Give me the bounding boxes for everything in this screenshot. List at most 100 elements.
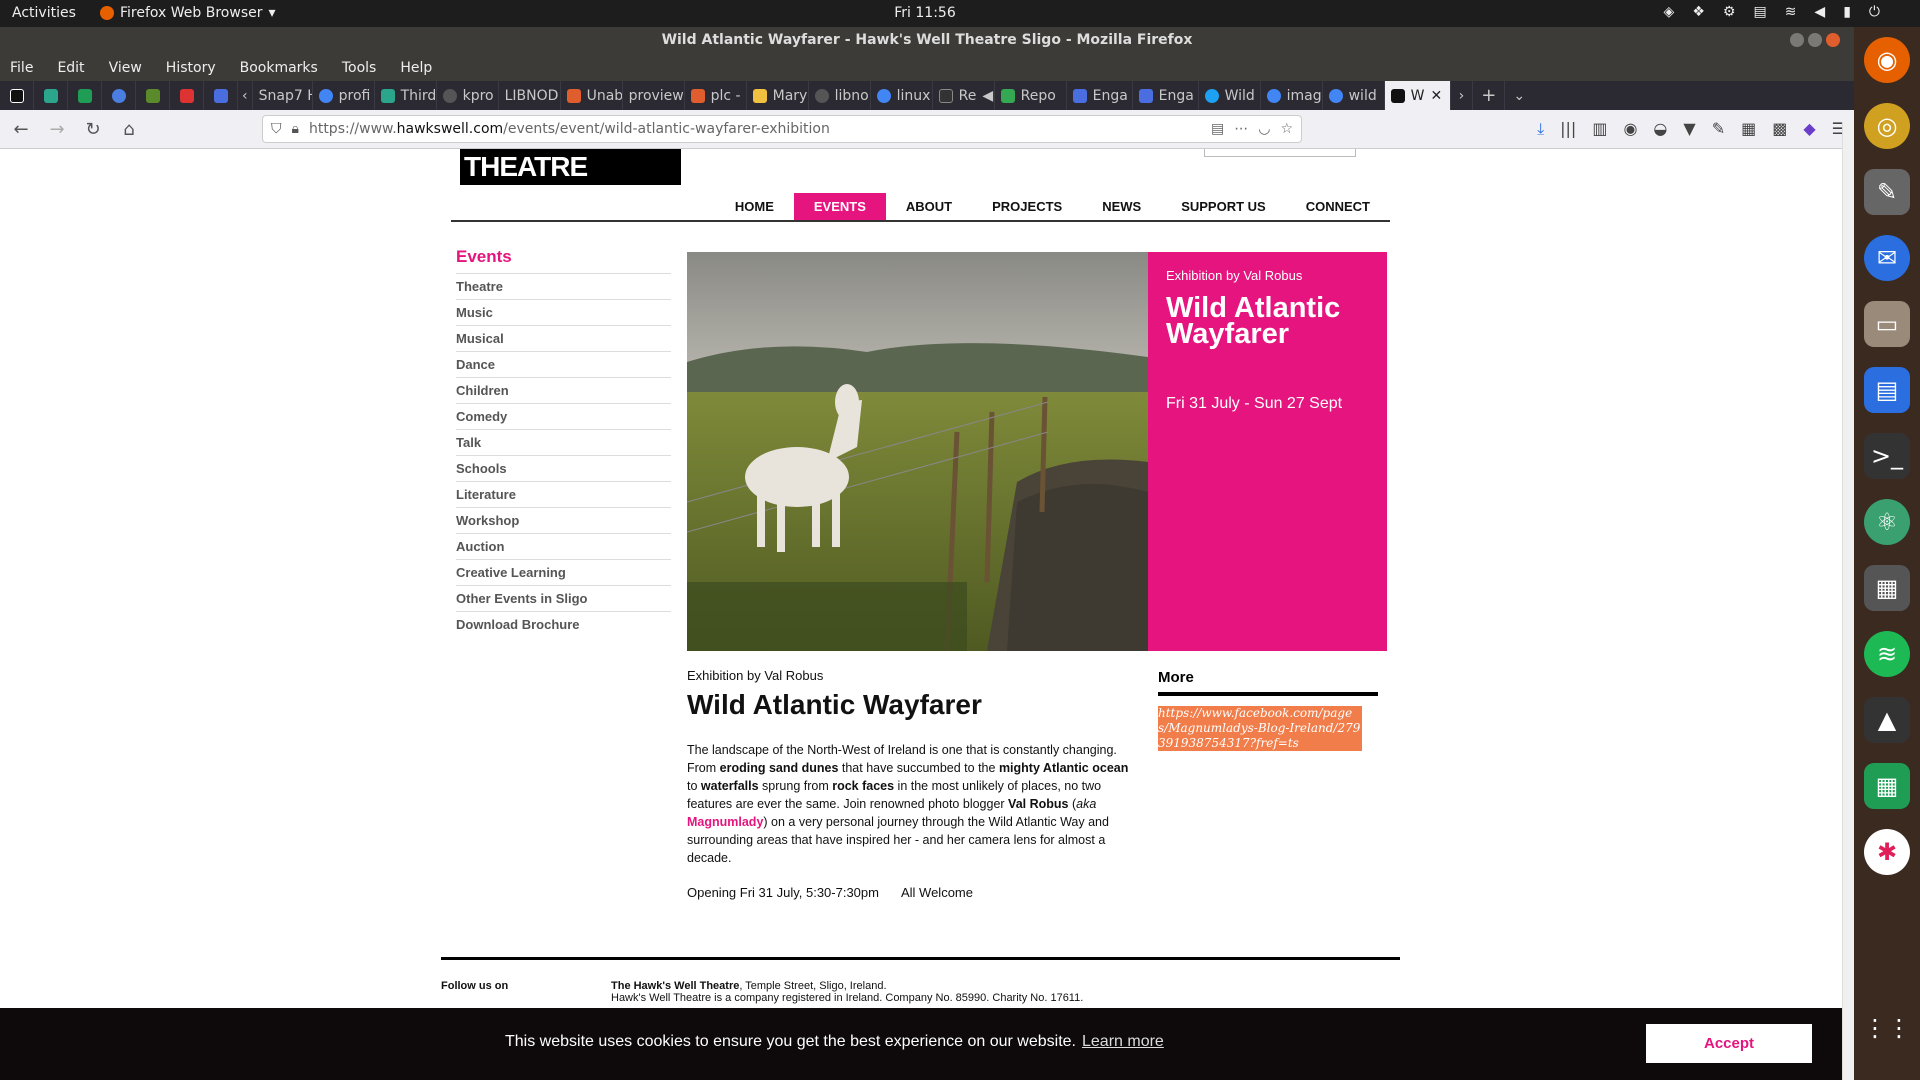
sidebar-item-theatre[interactable]: Theatre <box>456 273 671 299</box>
nav-events[interactable]: EVENTS <box>793 193 886 220</box>
tab-0[interactable]: Snap7 H <box>253 81 313 110</box>
maximize-button[interactable] <box>1808 33 1822 47</box>
facebook-link[interactable]: https://www.facebook.com/pages/Magnumlad… <box>1158 706 1362 751</box>
tab-5[interactable]: Unab <box>561 81 623 110</box>
spotify-icon[interactable]: ≋ <box>1864 631 1910 677</box>
learn-more-link[interactable]: Learn more <box>1082 1033 1164 1050</box>
reader-view-icon[interactable]: ▤ <box>1211 121 1224 137</box>
sidebar-item-workshop[interactable]: Workshop <box>456 507 671 533</box>
calc-icon[interactable]: ▦ <box>1864 763 1910 809</box>
tab-13[interactable]: Enga <box>1067 81 1133 110</box>
extension2-icon[interactable]: ▦ <box>1741 119 1756 139</box>
sidebar-item-dance[interactable]: Dance <box>456 351 671 377</box>
nav-connect[interactable]: CONNECT <box>1286 193 1390 220</box>
sidebar-item-auction[interactable]: Auction <box>456 533 671 559</box>
tab-15[interactable]: Wild <box>1199 81 1261 110</box>
menu-history[interactable]: History <box>166 60 216 76</box>
menu-help[interactable]: Help <box>400 60 432 76</box>
slack-icon[interactable]: ✱ <box>1864 829 1910 875</box>
menu-edit[interactable]: Edit <box>57 60 84 76</box>
tab-1[interactable]: profi <box>313 81 375 110</box>
extension3-icon[interactable]: ▩ <box>1772 119 1787 139</box>
pinned-tab-amazon[interactable] <box>0 81 34 110</box>
tab-17[interactable]: wild <box>1323 81 1385 110</box>
tab-scroll-right[interactable]: › <box>1451 81 1474 110</box>
tracking-shield-icon[interactable]: ⛉ <box>271 121 282 137</box>
clock[interactable]: Fri 11:56 <box>0 5 1850 21</box>
reload-button[interactable]: ↻ <box>80 116 106 142</box>
page-scrollbar[interactable] <box>1842 122 1854 1080</box>
tab-8[interactable]: Mary <box>747 81 809 110</box>
pinned-tab-2[interactable] <box>68 81 102 110</box>
tab-9[interactable]: libno <box>809 81 871 110</box>
minimize-button[interactable] <box>1790 33 1804 47</box>
firefox-icon[interactable]: ◉ <box>1864 37 1910 83</box>
gimp-icon[interactable]: ✎ <box>1864 169 1910 215</box>
sidebar-item-children[interactable]: Children <box>456 377 671 403</box>
inkscape-icon[interactable]: ▲ <box>1864 697 1910 743</box>
tab-6[interactable]: proview <box>623 81 685 110</box>
eyedropper-icon[interactable]: ✎ <box>1712 119 1725 139</box>
writer-icon[interactable]: ▤ <box>1864 367 1910 413</box>
sidebar-item-music[interactable]: Music <box>456 299 671 325</box>
pinned-tab-4[interactable] <box>136 81 170 110</box>
terminal-icon[interactable]: >_ <box>1864 433 1910 479</box>
pocket-icon[interactable]: ◡ <box>1258 121 1270 137</box>
pinned-tab-6[interactable] <box>204 81 238 110</box>
lock-icon[interactable]: 🔒︎ <box>292 121 299 137</box>
tab-16[interactable]: imag <box>1261 81 1323 110</box>
menu-tools[interactable]: Tools <box>342 60 377 76</box>
sidebar-item-literature[interactable]: Literature <box>456 481 671 507</box>
extension4-icon[interactable]: ◆ <box>1803 119 1815 139</box>
tab-11[interactable]: Re ◀ <box>933 81 995 110</box>
home-button[interactable]: ⌂ <box>116 116 142 142</box>
accept-cookies-button[interactable]: Accept <box>1646 1024 1812 1063</box>
atom-icon[interactable]: ⚛ <box>1864 499 1910 545</box>
tab-3[interactable]: kpro <box>437 81 499 110</box>
tab-2[interactable]: Third <box>375 81 437 110</box>
menu-bookmarks[interactable]: Bookmarks <box>240 60 318 76</box>
show-apps-icon[interactable]: ⋮⋮ <box>1863 1005 1911 1051</box>
files-icon[interactable]: ▭ <box>1864 301 1910 347</box>
close-tab-icon[interactable]: ✕ <box>1430 88 1442 104</box>
tab-active[interactable]: W ✕ <box>1384 81 1451 110</box>
account-icon[interactable]: ◉ <box>1623 119 1637 139</box>
tab-4[interactable]: LIBNOD <box>499 81 561 110</box>
sidebar-item-schools[interactable]: Schools <box>456 455 671 481</box>
speaker-icon[interactable]: ◀ <box>982 88 993 104</box>
site-search-input[interactable] <box>1204 149 1356 157</box>
sidebar-icon[interactable]: ▥ <box>1592 119 1607 139</box>
site-logo[interactable]: THEATRE <box>460 149 681 185</box>
sidebar-title[interactable]: Events <box>456 247 671 267</box>
ublock-icon[interactable]: ▼ <box>1683 119 1695 139</box>
pinned-tab-5[interactable] <box>170 81 204 110</box>
tab-scroll-left[interactable]: ‹ <box>238 81 253 110</box>
list-tabs-button[interactable]: ⌄ <box>1505 81 1533 110</box>
nav-support-us[interactable]: SUPPORT US <box>1161 193 1286 220</box>
downloads-icon[interactable]: ⤓ <box>1537 119 1544 139</box>
tab-14[interactable]: Enga <box>1133 81 1199 110</box>
calculator-icon[interactable]: ▦ <box>1864 565 1910 611</box>
nav-news[interactable]: NEWS <box>1082 193 1161 220</box>
nav-home[interactable]: HOME <box>715 193 794 220</box>
nav-projects[interactable]: PROJECTS <box>972 193 1082 220</box>
menu-view[interactable]: View <box>109 60 142 76</box>
magnumlady-link[interactable]: Magnumlady <box>687 815 763 829</box>
back-button[interactable]: ← <box>8 116 34 142</box>
library-icon[interactable]: ||| <box>1560 119 1576 139</box>
url-bar[interactable]: ⛉ 🔒︎ https://www.hawkswell.com/events/ev… <box>262 115 1302 143</box>
nav-about[interactable]: ABOUT <box>886 193 972 220</box>
sidebar-item-creative-learning[interactable]: Creative Learning <box>456 559 671 585</box>
new-tab-button[interactable]: + <box>1473 81 1506 110</box>
page-actions-icon[interactable]: ⋯ <box>1234 121 1248 137</box>
sidebar-item-other-events[interactable]: Other Events in Sligo <box>456 585 671 611</box>
sidebar-item-comedy[interactable]: Comedy <box>456 403 671 429</box>
extension-icon[interactable]: ◒ <box>1653 119 1667 139</box>
rhythmbox-icon[interactable]: ◎ <box>1864 103 1910 149</box>
menu-file[interactable]: File <box>10 60 33 76</box>
bookmark-star-icon[interactable]: ☆ <box>1280 121 1293 137</box>
sidebar-item-talk[interactable]: Talk <box>456 429 671 455</box>
thunderbird-icon[interactable]: ✉ <box>1864 235 1910 281</box>
sidebar-item-download-brochure[interactable]: Download Brochure <box>456 611 671 637</box>
tab-10[interactable]: linux <box>871 81 933 110</box>
